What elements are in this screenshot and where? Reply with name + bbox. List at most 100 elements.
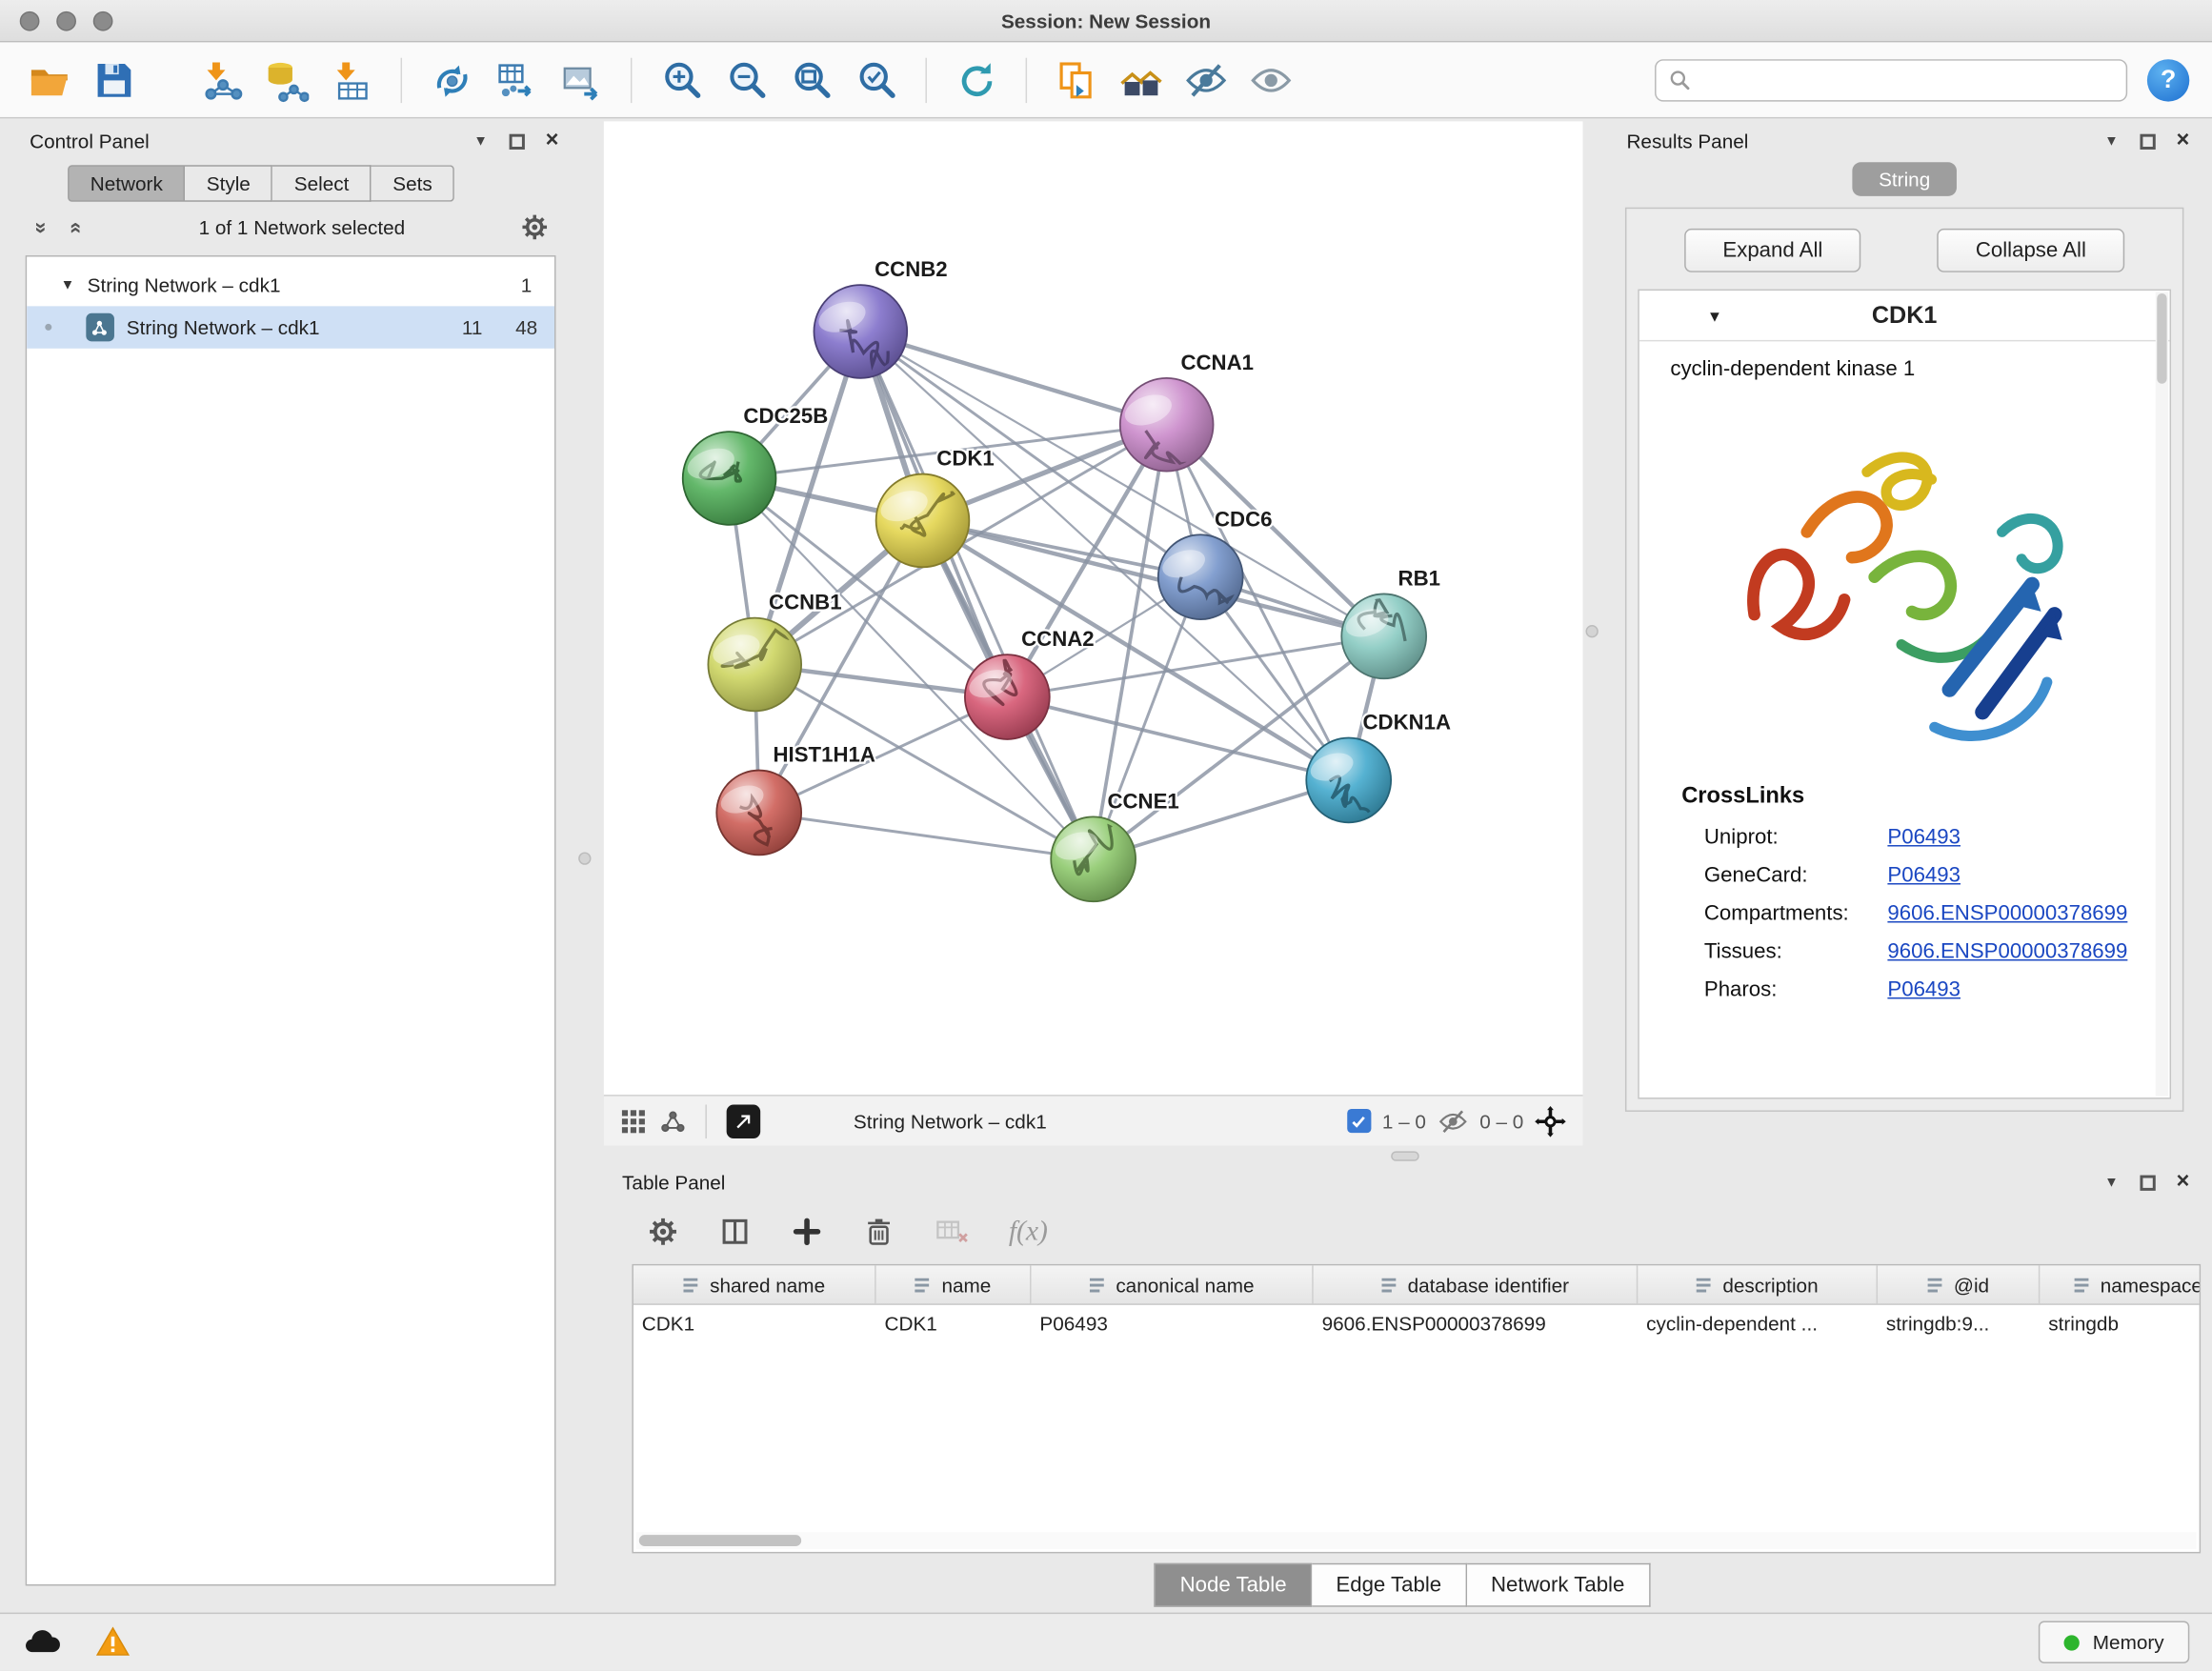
tab-network-table[interactable]: Network Table [1467, 1562, 1650, 1606]
column-header-namespace[interactable]: namespace [2040, 1265, 2201, 1303]
zoom-out-button[interactable] [719, 53, 773, 107]
section-collapse-icon[interactable]: ▼ [1707, 309, 1722, 326]
search-input[interactable] [1701, 69, 2113, 91]
grid-view-icon[interactable] [621, 1108, 647, 1134]
column-header-name[interactable]: name [876, 1265, 1032, 1303]
edge-HIST1H1A-CCNE1[interactable] [759, 813, 1094, 859]
panel-close-icon[interactable]: × [2176, 130, 2189, 152]
table-cell[interactable]: stringdb [2040, 1305, 2201, 1344]
selected-items-icon[interactable] [1347, 1109, 1371, 1133]
expand-all-button[interactable]: Expand All [1684, 229, 1860, 272]
tab-string[interactable]: String [1852, 162, 1957, 196]
node-CDC25B[interactable] [683, 432, 776, 525]
column-header-shared-name[interactable]: shared name [633, 1265, 876, 1303]
zoom-selected-button[interactable] [849, 53, 902, 107]
control-tab-style[interactable]: Style [186, 165, 273, 202]
table-cell[interactable]: stringdb:9... [1878, 1305, 2040, 1344]
crosslink-value-link[interactable]: 9606.ENSP00000378699 [1887, 939, 2127, 963]
splitter-handle[interactable] [578, 852, 591, 864]
import-network-database-button[interactable] [259, 53, 312, 107]
minimize-window-button[interactable] [56, 11, 76, 31]
birdseye-toggle-button[interactable] [727, 1104, 761, 1138]
scrollbar-thumb[interactable] [2157, 293, 2166, 384]
crosslink-value-link[interactable]: P06493 [1887, 863, 1961, 887]
edge-CCNB2-CCNA1[interactable] [860, 332, 1166, 425]
tab-node-table[interactable]: Node Table [1155, 1562, 1312, 1606]
node-CDK1[interactable] [876, 474, 970, 568]
hidden-items-icon[interactable] [1438, 1105, 1469, 1137]
home-view-button[interactable] [1115, 53, 1168, 107]
refresh-view-button[interactable] [950, 53, 1003, 107]
control-tab-sets[interactable]: Sets [372, 165, 454, 202]
node-CCNE1[interactable] [1051, 816, 1136, 901]
network-collection-row[interactable]: ▼ String Network – cdk1 1 [27, 264, 554, 306]
function-builder-button[interactable]: f(x) [1009, 1216, 1048, 1248]
panel-close-icon[interactable]: × [546, 130, 559, 152]
scrollbar-thumb[interactable] [639, 1535, 801, 1546]
show-columns-icon[interactable] [718, 1215, 753, 1249]
table-cell[interactable]: P06493 [1032, 1305, 1314, 1344]
cloud-status-icon[interactable] [23, 1628, 62, 1657]
control-tab-network[interactable]: Network [68, 165, 185, 202]
panel-float-icon[interactable] [2140, 1175, 2155, 1190]
collapse-all-button[interactable]: Collapse All [1938, 229, 2124, 272]
crosslink-value-link[interactable]: P06493 [1887, 977, 1961, 1001]
splitter-handle[interactable] [1391, 1151, 1419, 1160]
export-image-button[interactable] [554, 53, 608, 107]
panel-collapse-icon[interactable]: ▼ [2104, 1175, 2119, 1190]
table-hscrollbar[interactable] [636, 1532, 2197, 1549]
panel-collapse-icon[interactable]: ▼ [2104, 133, 2119, 149]
node-CDKN1A[interactable] [1306, 737, 1391, 822]
edge-CDK1-RB1[interactable] [922, 520, 1383, 635]
collapse-all-networks-icon[interactable]: » [29, 217, 52, 237]
network-arrows-button[interactable] [425, 53, 478, 107]
zoom-window-button[interactable] [93, 11, 113, 31]
open-session-button[interactable] [23, 53, 76, 107]
network-overview-icon[interactable] [660, 1108, 686, 1134]
zoom-fit-button[interactable] [784, 53, 837, 107]
network-options-gear-icon[interactable] [519, 211, 551, 243]
node-RB1[interactable] [1341, 590, 1426, 678]
expand-all-networks-icon[interactable]: » [63, 217, 87, 237]
node-CCNA2[interactable] [965, 654, 1050, 739]
table-cell[interactable]: 9606.ENSP00000378699 [1314, 1305, 1639, 1344]
zoom-in-button[interactable] [654, 53, 708, 107]
node-CCNA1[interactable] [1120, 378, 1214, 475]
save-session-button[interactable] [88, 53, 141, 107]
table-row[interactable]: CDK1CDK1P064939606.ENSP00000378699cyclin… [633, 1305, 2200, 1344]
splitter-handle[interactable] [1585, 625, 1598, 637]
column-header-description[interactable]: description [1638, 1265, 1878, 1303]
panel-float-icon[interactable] [509, 133, 524, 149]
results-scrollbar[interactable] [2156, 292, 2168, 1097]
node-HIST1H1A[interactable] [716, 771, 801, 856]
table-cell[interactable]: CDK1 [633, 1305, 876, 1344]
network-table-button[interactable] [490, 53, 543, 107]
edge-CCNB2-CCNE1[interactable] [860, 332, 1093, 859]
add-column-icon[interactable] [790, 1215, 824, 1249]
table-cell[interactable]: cyclin-dependent ... [1638, 1305, 1878, 1344]
column-header-database-identifier[interactable]: database identifier [1314, 1265, 1639, 1303]
table-cell[interactable]: CDK1 [876, 1305, 1032, 1344]
panel-float-icon[interactable] [2140, 133, 2155, 149]
help-button[interactable]: ? [2147, 58, 2189, 100]
import-table-file-button[interactable] [325, 53, 378, 107]
copy-document-button[interactable] [1050, 53, 1103, 107]
warning-icon[interactable] [96, 1625, 131, 1660]
node-CCNB1[interactable] [708, 617, 801, 711]
control-tab-select[interactable]: Select [273, 165, 372, 202]
memory-button[interactable]: Memory [2040, 1621, 2190, 1663]
node-CDC6[interactable] [1158, 534, 1243, 619]
table-settings-gear-icon[interactable] [646, 1215, 680, 1249]
column-header-canonical-name[interactable]: canonical name [1032, 1265, 1314, 1303]
tab-edge-table[interactable]: Edge Table [1312, 1562, 1467, 1606]
column-header--id[interactable]: @id [1878, 1265, 2040, 1303]
panel-collapse-icon[interactable]: ▼ [473, 133, 488, 149]
crosslink-value-link[interactable]: 9606.ENSP00000378699 [1887, 901, 2127, 925]
network-row[interactable]: ● String Network – cdk1 11 48 [27, 306, 554, 348]
crosslink-value-link[interactable]: P06493 [1887, 825, 1961, 849]
fit-content-icon[interactable] [1535, 1105, 1566, 1137]
search-field[interactable] [1655, 58, 2127, 100]
protein-section-header[interactable]: ▼ CDK1 [1639, 291, 2170, 341]
network-canvas[interactable]: CCNB2CCNA1CDC25BCDK1CDC6RB1CCNB1CCNA2CDK… [604, 121, 1583, 1095]
close-window-button[interactable] [20, 11, 40, 31]
